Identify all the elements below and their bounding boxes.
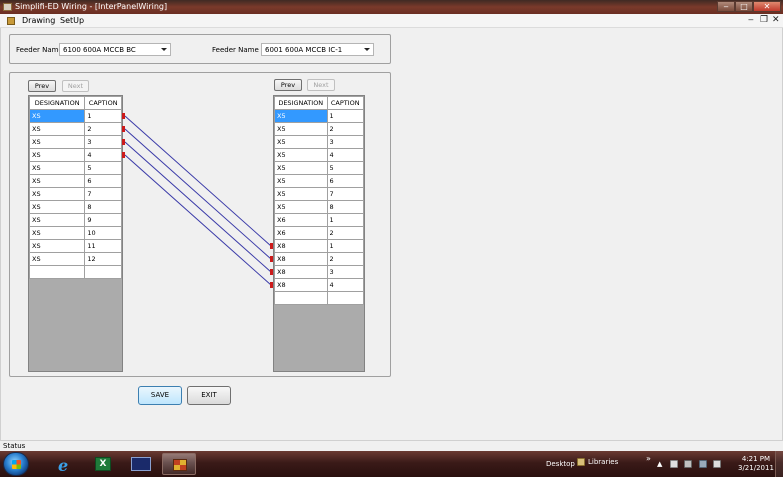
volume-icon[interactable]: [713, 460, 721, 468]
status-bar: Status: [0, 440, 783, 451]
wire-terminal-marker: [270, 243, 273, 249]
wire-terminal-marker: [270, 269, 273, 275]
status-text: Status: [3, 442, 26, 450]
show-hidden-icons-icon[interactable]: ▲: [657, 460, 662, 468]
action-center-icon[interactable]: [670, 460, 678, 468]
wire-terminal-marker: [122, 113, 125, 119]
exit-button[interactable]: EXIT: [187, 386, 231, 405]
wire-line: [124, 154, 272, 286]
excel-icon[interactable]: X: [86, 453, 120, 475]
device-icon[interactable]: [684, 460, 692, 468]
network-icon[interactable]: [699, 460, 707, 468]
folder-icon: [577, 458, 585, 466]
taskbar: e X Desktop Libraries » ▲ 4:21 PM 3/21/2…: [0, 451, 783, 477]
wire-terminal-marker: [122, 152, 125, 158]
show-desktop-button[interactable]: [775, 451, 783, 477]
desktop-toolbar[interactable]: Desktop: [546, 460, 575, 468]
toolbar-overflow-chevron-icon[interactable]: »: [646, 454, 651, 463]
wire-line: [124, 115, 272, 247]
app-icon[interactable]: [162, 453, 196, 475]
libraries-toolbar[interactable]: Libraries: [588, 458, 618, 466]
windows-logo-icon: [12, 460, 21, 469]
start-button[interactable]: [3, 452, 29, 476]
wire-terminal-marker: [122, 126, 125, 132]
wire-terminal-marker: [270, 282, 273, 288]
wire-line: [124, 128, 272, 260]
wire-terminal-marker: [122, 139, 125, 145]
clock-time: 4:21 PM: [741, 455, 771, 463]
wire-terminal-marker: [270, 256, 273, 262]
save-button[interactable]: SAVE: [138, 386, 182, 405]
internet-explorer-icon[interactable]: e: [48, 453, 82, 475]
wire-line: [124, 141, 272, 273]
clock-date: 3/21/2011: [738, 464, 774, 472]
clock[interactable]: 4:21 PM 3/21/2011: [738, 455, 774, 473]
wiring-connections: [122, 113, 273, 288]
window-icon[interactable]: [124, 453, 158, 475]
